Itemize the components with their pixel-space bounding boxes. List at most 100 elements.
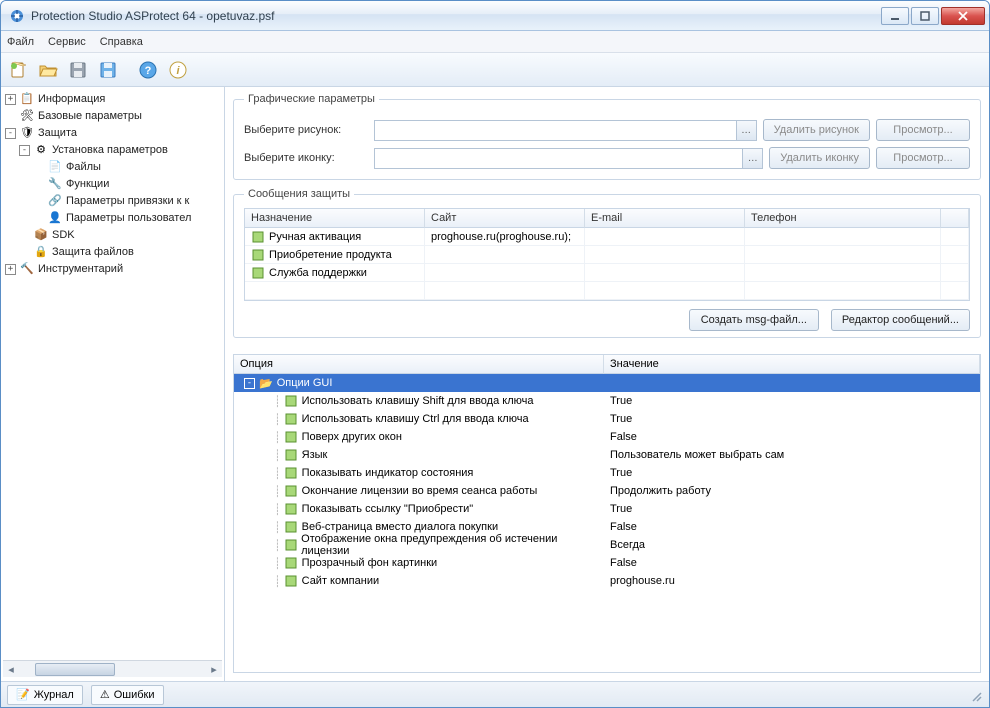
cube-icon: [251, 248, 265, 262]
cube-icon: [284, 412, 298, 426]
cube-icon: [284, 538, 298, 552]
cube-icon: [284, 448, 298, 462]
cube-icon: [284, 484, 298, 498]
expand-icon[interactable]: +: [5, 264, 16, 275]
option-row[interactable]: ┊Прозрачный фон картинкиFalse: [234, 554, 980, 572]
options-grid: Опция Значение -📂Опции GUI ┊Использовать…: [233, 354, 981, 673]
pic-field[interactable]: [375, 121, 736, 140]
tree-tools[interactable]: Инструментарий: [38, 261, 123, 278]
cube-icon: [284, 430, 298, 444]
table-row[interactable]: Служба поддержки: [245, 264, 969, 282]
option-row[interactable]: ┊Показывать ссылку "Приобрести"True: [234, 500, 980, 518]
tree-baseparams[interactable]: Базовые параметры: [38, 108, 142, 125]
tree-info[interactable]: Информация: [38, 91, 105, 108]
new-button[interactable]: [5, 57, 31, 83]
cube-icon: [251, 230, 265, 244]
journal-icon: 📝: [16, 688, 30, 701]
option-row[interactable]: ┊Использовать клавишу Shift для ввода кл…: [234, 392, 980, 410]
errors-tab[interactable]: ⚠Ошибки: [91, 685, 164, 705]
delete-pic-button[interactable]: Удалить рисунок: [763, 119, 870, 141]
tree-sdk[interactable]: SDK: [52, 227, 75, 244]
tree-setparams[interactable]: Установка параметров: [52, 142, 168, 159]
maximize-button[interactable]: [911, 7, 939, 25]
help-button[interactable]: ?: [135, 57, 161, 83]
status-bar: 📝Журнал ⚠Ошибки: [1, 681, 989, 707]
option-row[interactable]: ┊Использовать клавишу Ctrl для ввода клю…: [234, 410, 980, 428]
option-row[interactable]: ┊Показывать индикатор состоянияTrue: [234, 464, 980, 482]
collapse-icon[interactable]: -: [244, 378, 255, 389]
option-row[interactable]: ┊Сайт компанииproghouse.ru: [234, 572, 980, 590]
close-button[interactable]: [941, 7, 985, 25]
tree-functions[interactable]: Функции: [66, 176, 109, 193]
view-icon-button[interactable]: Просмотр...: [876, 147, 970, 169]
create-msg-button[interactable]: Создать msg-файл...: [689, 309, 819, 331]
protect-icon: 🔒: [33, 245, 49, 261]
option-row[interactable]: ┊Отображение окна предупреждения об исте…: [234, 536, 980, 554]
nav-tree[interactable]: +📋Информация 🛠Базовые параметры -🛡Защита…: [3, 91, 222, 660]
window-title: Protection Studio ASProtect 64 - opetuva…: [31, 9, 881, 23]
menu-help[interactable]: Справка: [100, 36, 143, 48]
pic-input[interactable]: …: [374, 120, 757, 141]
browse-icon[interactable]: …: [736, 121, 756, 140]
cube-icon: [284, 502, 298, 516]
col-site[interactable]: Сайт: [425, 209, 585, 228]
graphics-group: Графические параметры Выберите рисунок: …: [233, 93, 981, 180]
table-row[interactable]: Приобретение продукта: [245, 246, 969, 264]
delete-icon-button[interactable]: Удалить иконку: [769, 147, 870, 169]
info-icon: 📋: [19, 92, 35, 108]
menu-file[interactable]: Файл: [7, 36, 34, 48]
tree-userparams[interactable]: Параметры пользовател: [66, 210, 191, 227]
sdk-icon: 📦: [33, 228, 49, 244]
scroll-thumb[interactable]: [35, 663, 115, 676]
sidebar-scrollbar[interactable]: ◂ ▸: [3, 660, 222, 677]
graphics-legend: Графические параметры: [244, 93, 379, 105]
params-icon: 🛠: [19, 109, 35, 125]
menu-service[interactable]: Сервис: [48, 36, 86, 48]
scroll-right-icon[interactable]: ▸: [206, 662, 222, 677]
option-group-row[interactable]: -📂Опции GUI: [234, 374, 980, 392]
col-email[interactable]: E-mail: [585, 209, 745, 228]
view-pic-button[interactable]: Просмотр...: [876, 119, 970, 141]
pic-label: Выберите рисунок:: [244, 124, 374, 136]
messages-legend: Сообщения защиты: [244, 188, 354, 200]
open-button[interactable]: [35, 57, 61, 83]
messages-grid: Назначение Сайт E-mail Телефон Ручная ак…: [244, 208, 970, 301]
bind-icon: 🔗: [47, 194, 63, 210]
collapse-icon[interactable]: -: [19, 145, 30, 156]
resize-grip-icon[interactable]: [967, 687, 983, 703]
tree-bindparams[interactable]: Параметры привязки к к: [66, 193, 189, 210]
tree-files[interactable]: Файлы: [66, 159, 101, 176]
scroll-left-icon[interactable]: ◂: [3, 662, 19, 677]
tools-icon: 🔨: [19, 262, 35, 278]
cube-icon: [251, 266, 265, 280]
col-option[interactable]: Опция: [234, 355, 604, 374]
journal-tab[interactable]: 📝Журнал: [7, 685, 83, 705]
collapse-icon[interactable]: -: [5, 128, 16, 139]
app-icon: [9, 8, 25, 24]
shield-icon: 🛡: [19, 126, 35, 142]
toolbar: ? i: [1, 53, 989, 87]
info-button[interactable]: i: [165, 57, 191, 83]
tree-protection[interactable]: Защита: [38, 125, 77, 142]
messages-group: Сообщения защиты Назначение Сайт E-mail …: [233, 188, 981, 338]
cube-icon: [284, 394, 298, 408]
option-row[interactable]: ┊Окончание лицензии во время сеанса рабо…: [234, 482, 980, 500]
saveall-button[interactable]: [95, 57, 121, 83]
option-row[interactable]: ┊ЯзыкПользователь может выбрать сам: [234, 446, 980, 464]
col-value[interactable]: Значение: [604, 355, 980, 374]
browse-icon[interactable]: …: [742, 149, 762, 168]
col-phone[interactable]: Телефон: [745, 209, 941, 228]
save-button[interactable]: [65, 57, 91, 83]
tree-fileprotect[interactable]: Защита файлов: [52, 244, 134, 261]
content-area: +📋Информация 🛠Базовые параметры -🛡Защита…: [1, 87, 989, 681]
edit-msg-button[interactable]: Редактор сообщений...: [831, 309, 970, 331]
icon-input[interactable]: …: [374, 148, 763, 169]
table-row[interactable]: Ручная активация proghouse.ru(proghouse.…: [245, 228, 969, 246]
icon-field[interactable]: [375, 149, 742, 168]
expand-icon[interactable]: +: [5, 94, 16, 105]
cube-icon: [284, 556, 298, 570]
minimize-button[interactable]: [881, 7, 909, 25]
settings-icon: ⚙: [33, 143, 49, 159]
col-dest[interactable]: Назначение: [245, 209, 425, 228]
option-row[interactable]: ┊Поверх других оконFalse: [234, 428, 980, 446]
